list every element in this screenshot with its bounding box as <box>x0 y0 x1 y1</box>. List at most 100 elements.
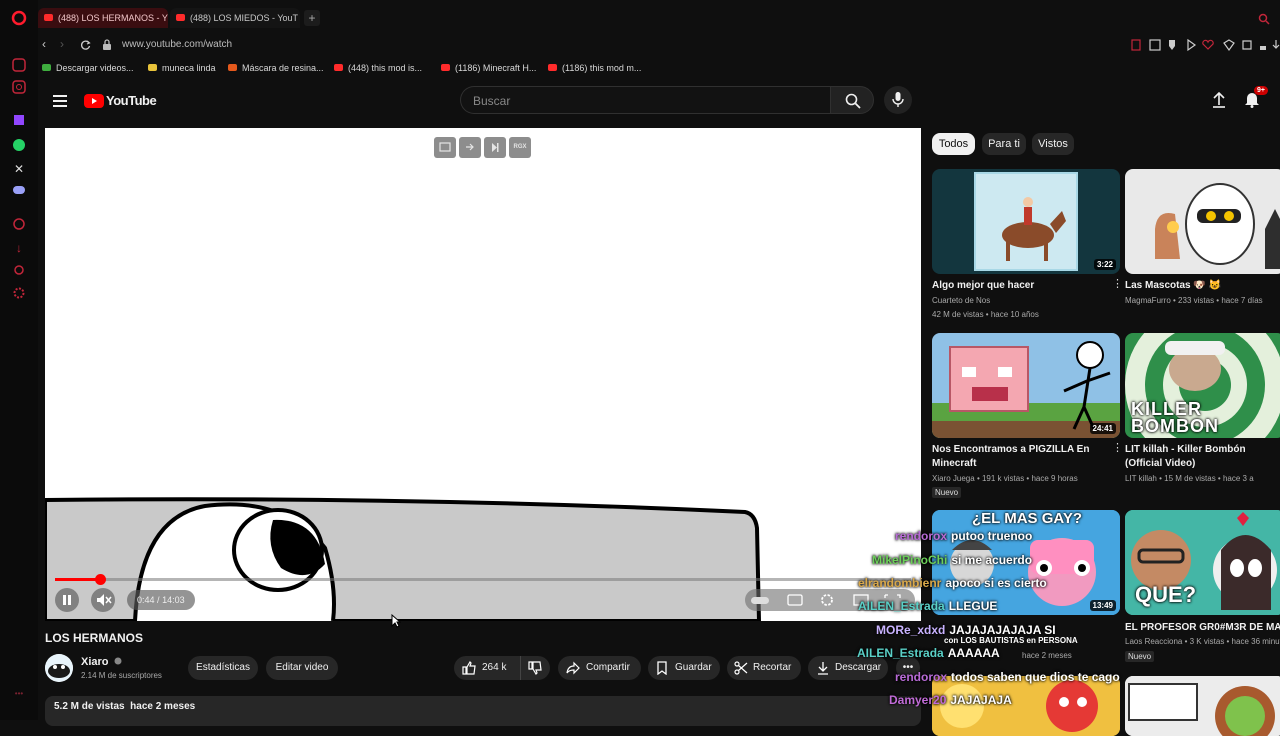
video-title[interactable]: Las Mascotas 🐶 😺 <box>1125 279 1280 293</box>
video-title[interactable]: EL PROFESOR GR0#M3R DE MAGM <box>1125 621 1280 635</box>
thumbnail-text: QUE? <box>1135 582 1197 607</box>
progress-bar[interactable] <box>55 574 911 585</box>
more-icon[interactable]: ••• <box>11 686 27 702</box>
downloads-icon[interactable]: ↓ <box>11 240 27 256</box>
forward-icon[interactable]: › <box>60 37 64 51</box>
channel-name[interactable]: Xiaro <box>81 656 122 668</box>
microphone-icon <box>892 92 904 107</box>
messenger-icon[interactable] <box>11 58 27 74</box>
bookmark-item[interactable]: (448) this mod is... <box>334 60 422 76</box>
x-icon[interactable]: ✕ <box>11 161 27 177</box>
bookmark-label: Máscara de resina... <box>242 63 324 73</box>
like-button[interactable]: 264 k <box>454 656 518 680</box>
bookmark-item[interactable]: muneca linda <box>148 60 216 76</box>
video-player[interactable]: RGX 0:44 / 14:03 <box>45 128 921 621</box>
video-channel[interactable]: Laos Reacciona <box>1125 637 1182 646</box>
search-tabs-icon[interactable] <box>1258 12 1270 30</box>
video-menu-icon[interactable]: ⋮ <box>1112 443 1123 454</box>
upload-icon[interactable] <box>1212 91 1226 113</box>
rgx-button[interactable]: RGX <box>509 137 531 158</box>
video-title[interactable]: LIT killah - Killer Bombón (Official Vid… <box>1125 443 1280 471</box>
address-bar: ‹ › www.youtube.com/watch <box>38 34 1280 56</box>
notifications-icon[interactable]: 9+ <box>1244 86 1268 113</box>
settings-icon[interactable] <box>11 286 27 302</box>
skip-icon[interactable] <box>484 137 506 158</box>
filter-chip-para-ti[interactable]: Para ti <box>982 133 1026 155</box>
video-title[interactable]: Nos Encontramos a PIGZILLA En Minecraft <box>932 443 1102 471</box>
whatsapp-icon[interactable] <box>11 138 27 154</box>
new-badge: Nuevo <box>1125 651 1155 662</box>
edit-video-button[interactable]: Editar video <box>266 656 338 680</box>
chat-username: MORe_xdxd <box>876 623 946 637</box>
video-channel[interactable]: LIT killah <box>1125 474 1157 483</box>
video-meta: • 15 M de vistas • hace 3 a <box>1159 474 1254 483</box>
opera-sidebar: ✕ ↓ ••• <box>0 0 38 720</box>
chat-message: rendorox putoo truenoo <box>895 529 1032 543</box>
filter-chip-todos[interactable]: Todos <box>932 133 975 155</box>
channel-avatar[interactable] <box>45 654 73 682</box>
tab-los-miedos[interactable]: (488) LOS MIEDOS - YouT <box>170 8 300 28</box>
video-channel-meta: LIT killah • 15 M de vistas • hace 3 a <box>1125 474 1254 483</box>
video-channel[interactable]: Xiaro Juega <box>932 474 975 483</box>
opera-logo-icon[interactable] <box>11 10 27 26</box>
bookmark-item[interactable]: (1186) Minecraft H... <box>441 60 536 76</box>
url-field[interactable]: www.youtube.com/watch <box>122 39 232 50</box>
save-button[interactable]: Guardar <box>648 656 720 680</box>
video-channel[interactable]: MagmaFurro <box>1125 296 1171 305</box>
video-thumbnail[interactable]: 3:22 <box>932 169 1120 274</box>
download-icon <box>1272 40 1280 49</box>
pause-button[interactable] <box>55 588 79 612</box>
bookmark-label: (448) this mod is... <box>348 63 423 73</box>
voice-search-button[interactable] <box>884 86 912 114</box>
video-thumbnail[interactable] <box>1125 676 1280 736</box>
video-thumbnail[interactable] <box>1125 169 1280 274</box>
video-channel-meta: Laos Reacciona • 3 K vistas • hace 36 mi… <box>1125 637 1280 646</box>
popout-video-icon[interactable] <box>434 137 456 158</box>
clip-button[interactable]: Recortar <box>727 656 801 680</box>
verified-icon <box>114 657 122 665</box>
scissors-icon <box>734 661 748 675</box>
chat-text: todos saben que dios te cago <box>951 670 1120 684</box>
video-thumbnail[interactable]: 24:41 <box>932 333 1120 438</box>
bookmark-item[interactable]: Descargar videos... <box>42 60 134 76</box>
enter-icon[interactable] <box>459 137 481 158</box>
thumbs-down-icon <box>528 661 542 675</box>
video-thumbnail[interactable]: KILLER BOMBON <box>1125 333 1280 438</box>
history-icon[interactable] <box>11 217 27 233</box>
lock-icon[interactable] <box>102 38 112 56</box>
chat-message: AILEN_Estrada AAAAAA <box>857 646 1000 660</box>
chat-message: Damyer20 JAJAJAJA <box>889 693 1012 707</box>
video-meta: • 233 vistas • hace 7 días <box>1173 296 1263 305</box>
progress-scrubber[interactable] <box>94 574 106 585</box>
tab-los-hermanos[interactable]: (488) LOS HERMANOS - Y <box>38 8 168 28</box>
bookmark-item[interactable]: (1186) this mod m... <box>548 60 641 76</box>
bookmarks-bar: Descargar videos... muneca linda Máscara… <box>38 60 1280 76</box>
extensions-icon[interactable] <box>11 263 27 279</box>
reload-icon[interactable] <box>80 38 91 56</box>
chat-username: AILEN_Estrada <box>858 599 945 613</box>
video-channel[interactable]: Cuarteto de Nos <box>932 296 990 305</box>
filter-chip-vistos[interactable]: Vistos <box>1032 133 1074 155</box>
mute-button[interactable] <box>91 588 115 612</box>
hamburger-menu-icon[interactable] <box>53 94 67 112</box>
video-thumbnail[interactable]: QUE? <box>1125 510 1280 615</box>
twitch-icon[interactable] <box>11 114 27 130</box>
discord-icon[interactable] <box>11 183 27 199</box>
search-input[interactable]: Buscar <box>460 86 830 114</box>
back-icon[interactable]: ‹ <box>42 37 46 51</box>
dislike-button[interactable] <box>520 656 550 680</box>
share-button[interactable]: Compartir <box>558 656 641 680</box>
new-tab-button[interactable]: + <box>304 10 320 26</box>
bookmark-item[interactable]: Máscara de resina... <box>228 60 324 76</box>
stats-button[interactable]: Estadísticas <box>188 656 258 680</box>
duration-badge: 13:49 <box>1089 600 1116 611</box>
shield-icon <box>1169 40 1175 50</box>
video-menu-icon[interactable]: ⋮ <box>1112 279 1123 290</box>
profile-icon <box>1260 46 1266 50</box>
description-box[interactable]: 5.2 M de vistas hace 2 meses <box>45 696 921 726</box>
video-title[interactable]: Algo mejor que hacer <box>932 279 1102 293</box>
like-dislike-group: 264 k <box>454 656 550 680</box>
instagram-icon[interactable] <box>11 80 27 96</box>
chat-message: MikelPinoChi si me acuerdo <box>872 553 1032 567</box>
search-button[interactable] <box>830 86 874 114</box>
